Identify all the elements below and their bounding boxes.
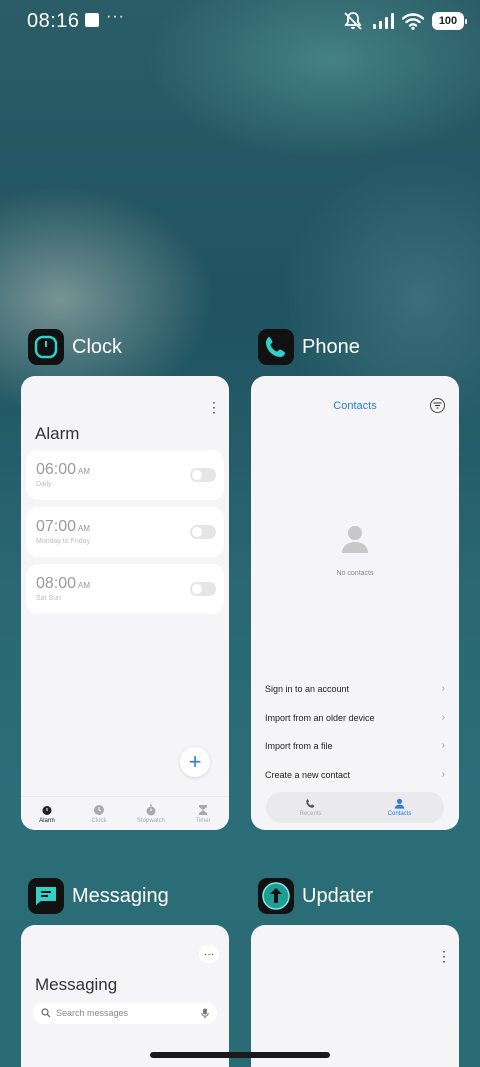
phone-bottom-nav: Recents Contacts <box>266 792 444 823</box>
alarm-item[interactable]: 06:00 AM Daily <box>26 450 224 500</box>
chevron-right-icon: › <box>441 769 445 780</box>
alarm-time: 06:00 AM <box>36 461 91 478</box>
clock-bottom-nav: Alarm Clock Stopwatch Timer <box>21 796 229 830</box>
action-sign-in[interactable]: Sign in to an account › <box>265 683 445 694</box>
action-import-device[interactable]: Import from an older device › <box>265 712 445 723</box>
tab-recents[interactable]: Recents <box>286 798 336 817</box>
tab-label: Alarm <box>39 817 55 824</box>
search-messages-input[interactable]: Search messages <box>33 1002 217 1024</box>
chevron-right-icon: › <box>441 712 445 723</box>
messaging-app-header[interactable]: Messaging <box>28 878 169 914</box>
more-options-icon[interactable]: ⋮ <box>207 400 221 414</box>
hourglass-icon <box>199 804 207 815</box>
messaging-app-title: Messaging <box>72 884 169 907</box>
person-placeholder-icon <box>342 526 368 553</box>
tab-label: Stopwatch <box>136 817 166 824</box>
tab-label: Contacts <box>387 811 412 817</box>
tab-timer[interactable]: Timer <box>178 804 228 824</box>
phone-icon <box>306 799 315 808</box>
tab-stopwatch[interactable]: Stopwatch <box>126 804 176 824</box>
clock-app-card[interactable]: ⋮ Alarm 06:00 AM Daily 07:00 AM Monday to … <box>21 376 229 830</box>
alarm-repeat: Monday to Friday <box>36 538 91 545</box>
alarm-toggle[interactable] <box>190 582 216 596</box>
updater-app-header[interactable]: Updater <box>258 878 373 914</box>
updater-app-icon <box>258 878 294 914</box>
alarm-toggle[interactable] <box>190 468 216 482</box>
alarm-time: 07:00 AM <box>36 518 91 535</box>
notification-icon <box>85 13 99 27</box>
clock-app-header[interactable]: Clock <box>28 329 122 365</box>
status-bar: 08:16 ··· 100 <box>0 0 480 44</box>
alarm-repeat: Sat Sun <box>36 595 61 602</box>
silent-bell-icon <box>344 12 362 30</box>
updater-app-title: Updater <box>302 884 374 907</box>
home-indicator[interactable] <box>150 1052 330 1058</box>
tab-label: Clock <box>91 817 107 824</box>
more-notifications-icon: ··· <box>106 8 125 25</box>
battery-icon: 100 <box>432 12 467 30</box>
action-create-contact[interactable]: Create a new contact › <box>265 769 445 780</box>
alarm-screen-title: Alarm <box>35 424 80 443</box>
alarm-repeat: Daily <box>36 481 52 488</box>
clock-icon <box>94 804 104 815</box>
tab-contacts[interactable]: Contacts <box>375 798 425 817</box>
more-options-icon[interactable]: ··· <box>199 945 219 963</box>
more-options-icon[interactable]: ⋮ <box>437 949 451 963</box>
status-time: 08:16 <box>27 10 80 32</box>
chevron-right-icon: › <box>441 683 445 694</box>
stopwatch-icon <box>146 804 156 815</box>
clock-app-title: Clock <box>72 335 123 358</box>
alarm-toggle[interactable] <box>190 525 216 539</box>
alarm-item[interactable]: 08:00 AM Sat Sun <box>26 564 224 614</box>
phone-app-title: Phone <box>302 335 360 358</box>
updater-app-card[interactable]: ⋮ <box>251 925 459 1067</box>
phone-app-card[interactable]: Contacts No contacts Sign in to an accou… <box>251 376 459 830</box>
wifi-icon <box>402 12 424 30</box>
tab-label: Recents <box>299 811 322 817</box>
microphone-icon[interactable] <box>201 1008 209 1019</box>
contacts-icon <box>394 798 405 809</box>
phone-app-header[interactable]: Phone <box>258 329 360 365</box>
clock-app-icon <box>28 329 64 365</box>
contacts-title: Contacts <box>333 400 377 412</box>
no-contacts-text: No contacts <box>336 570 374 577</box>
messaging-app-card[interactable]: ··· Messaging Search messages <box>21 925 229 1067</box>
tab-clock[interactable]: Clock <box>74 804 124 824</box>
filter-icon[interactable] <box>430 398 445 413</box>
search-icon <box>41 1008 51 1018</box>
phone-app-icon <box>258 329 294 365</box>
messaging-app-icon <box>28 878 64 914</box>
action-import-file[interactable]: Import from a file › <box>265 740 445 751</box>
alarm-icon <box>42 805 52 815</box>
tab-label: Timer <box>195 817 211 824</box>
chevron-right-icon: › <box>441 740 445 751</box>
signal-icon <box>373 13 394 29</box>
messaging-screen-title: Messaging <box>35 975 118 994</box>
search-placeholder: Search messages <box>56 1008 129 1018</box>
tab-alarm[interactable]: Alarm <box>22 804 72 824</box>
add-alarm-button[interactable]: + <box>180 747 210 777</box>
alarm-item[interactable]: 07:00 AM Monday to Friday <box>26 507 224 557</box>
status-icons: 100 <box>342 11 467 31</box>
alarm-time: 08:00 AM <box>36 575 91 592</box>
